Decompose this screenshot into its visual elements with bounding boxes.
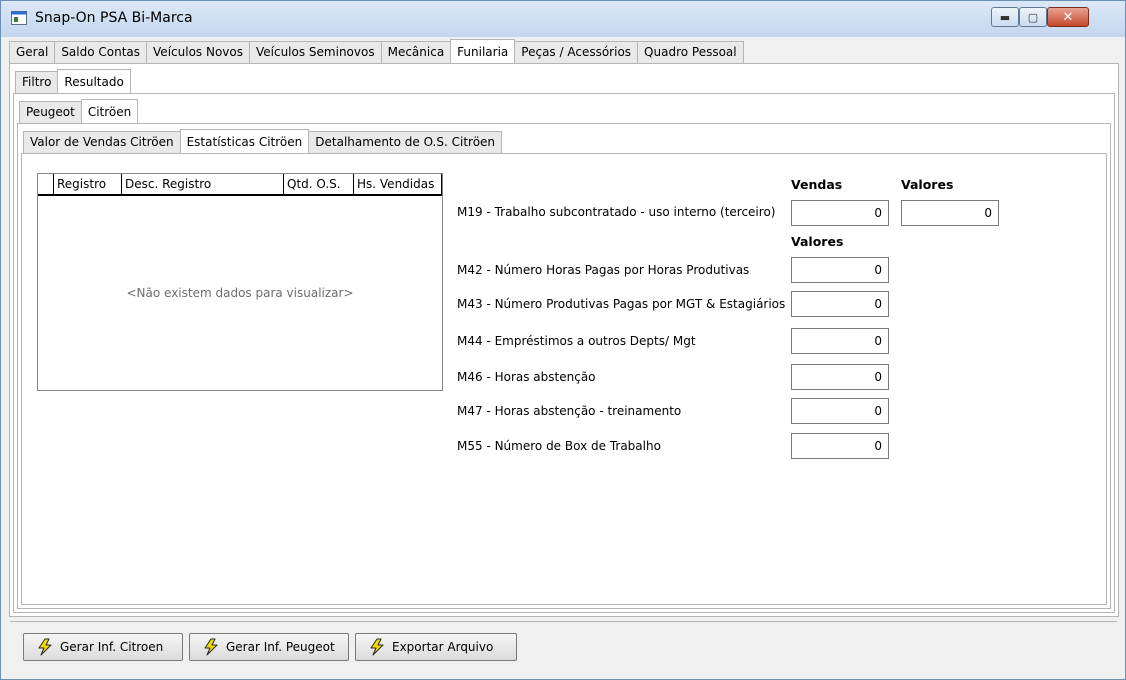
header-valores: Valores xyxy=(901,177,954,192)
gerar-citroen-label: Gerar Inf. Citroen xyxy=(60,640,164,654)
m19-vendas-input[interactable]: 0 xyxy=(791,200,889,226)
tab-resultado[interactable]: Resultado xyxy=(57,69,131,93)
lightning-icon xyxy=(38,638,52,656)
minimize-icon: ▬ xyxy=(999,10,1011,24)
m47-input[interactable]: 0 xyxy=(791,398,889,424)
tab-citroen[interactable]: Citröen xyxy=(80,99,139,123)
registro-grid[interactable]: Registro Desc. Registro Qtd. O.S. Hs. Ve… xyxy=(37,173,443,391)
tab-estatisticas[interactable]: Estatísticas Citröen xyxy=(179,129,310,153)
label-m46: M46 - Horas abstenção xyxy=(457,370,596,384)
row-selector-header xyxy=(38,174,54,194)
grid-header: Registro Desc. Registro Qtd. O.S. Hs. Ve… xyxy=(38,174,442,196)
tab-pecas-acessorios[interactable]: Peças / Acessórios xyxy=(514,41,639,63)
close-icon: ✕ xyxy=(1062,9,1074,25)
label-m47: M47 - Horas abstenção - treinamento xyxy=(457,404,682,418)
lightning-icon xyxy=(204,638,218,656)
tab-filtro[interactable]: Filtro xyxy=(15,71,59,93)
label-m42: M42 - Número Horas Pagas por Horas Produ… xyxy=(457,263,750,277)
m42-input[interactable]: 0 xyxy=(791,257,889,283)
column-hs-vendidas[interactable]: Hs. Vendidas xyxy=(354,174,442,194)
label-m43: M43 - Número Produtivas Pagas por MGT & … xyxy=(457,297,786,311)
tab-funilaria[interactable]: Funilaria xyxy=(450,39,516,63)
close-button[interactable]: ✕ xyxy=(1047,7,1089,27)
main-tab-bar: Geral Saldo Contas Veículos Novos Veícul… xyxy=(9,39,744,63)
detail-tab-bar: Valor de Vendas Citröen Estatísticas Cit… xyxy=(23,129,503,153)
label-m55: M55 - Número de Box de Trabalho xyxy=(457,439,661,453)
tab-geral[interactable]: Geral xyxy=(9,41,56,63)
minimize-button[interactable]: ▬ xyxy=(991,7,1019,27)
m46-input[interactable]: 0 xyxy=(791,364,889,390)
m19-valores-input[interactable]: 0 xyxy=(901,200,999,226)
header-vendas: Vendas xyxy=(791,177,843,192)
gerar-peugeot-label: Gerar Inf. Peugeot xyxy=(226,640,335,654)
tab-saldo-contas[interactable]: Saldo Contas xyxy=(54,41,148,63)
tab-detalhamento-os[interactable]: Detalhamento de O.S. Citröen xyxy=(308,131,503,153)
column-qtd-os[interactable]: Qtd. O.S. xyxy=(284,174,354,194)
m44-input[interactable]: 0 xyxy=(791,328,889,354)
lightning-icon xyxy=(370,638,384,656)
maximize-button[interactable]: ▢ xyxy=(1019,7,1047,27)
sub-tab-bar: Filtro Resultado xyxy=(15,69,131,93)
column-desc-registro[interactable]: Desc. Registro xyxy=(122,174,284,194)
column-registro[interactable]: Registro xyxy=(54,174,122,194)
brand-tab-bar: Peugeot Citröen xyxy=(19,99,139,123)
gerar-peugeot-button[interactable]: Gerar Inf. Peugeot xyxy=(189,633,349,661)
m43-input[interactable]: 0 xyxy=(791,291,889,317)
tab-veiculos-seminovos[interactable]: Veículos Seminovos xyxy=(248,41,382,63)
tab-quadro-pessoal[interactable]: Quadro Pessoal xyxy=(637,41,744,63)
label-m19: M19 - Trabalho subcontratado - uso inter… xyxy=(457,205,776,219)
header-valores-2: Valores xyxy=(791,234,844,249)
tab-veiculos-novos[interactable]: Veículos Novos xyxy=(146,41,250,63)
exportar-arquivo-button[interactable]: Exportar Arquivo xyxy=(355,633,517,661)
maximize-icon: ▢ xyxy=(1027,10,1039,24)
window-title: Snap-On PSA Bi-Marca xyxy=(35,10,193,26)
m55-input[interactable]: 0 xyxy=(791,433,889,459)
tab-valor-de-vendas[interactable]: Valor de Vendas Citröen xyxy=(23,131,181,153)
title-bar[interactable]: Snap-On PSA Bi-Marca ▬ ▢ ✕ xyxy=(1,1,1125,37)
grid-empty-message: <Não existem dados para visualizar> xyxy=(126,286,354,300)
exportar-arquivo-label: Exportar Arquivo xyxy=(392,640,494,654)
tab-mecanica[interactable]: Mecânica xyxy=(380,41,452,63)
gerar-citroen-button[interactable]: Gerar Inf. Citroen xyxy=(23,633,183,661)
label-m44: M44 - Empréstimos a outros Depts/ Mgt xyxy=(457,334,696,348)
tab-peugeot[interactable]: Peugeot xyxy=(19,101,82,123)
app-icon xyxy=(11,11,27,25)
app-window: Snap-On PSA Bi-Marca ▬ ▢ ✕ Geral Saldo C… xyxy=(0,0,1126,680)
